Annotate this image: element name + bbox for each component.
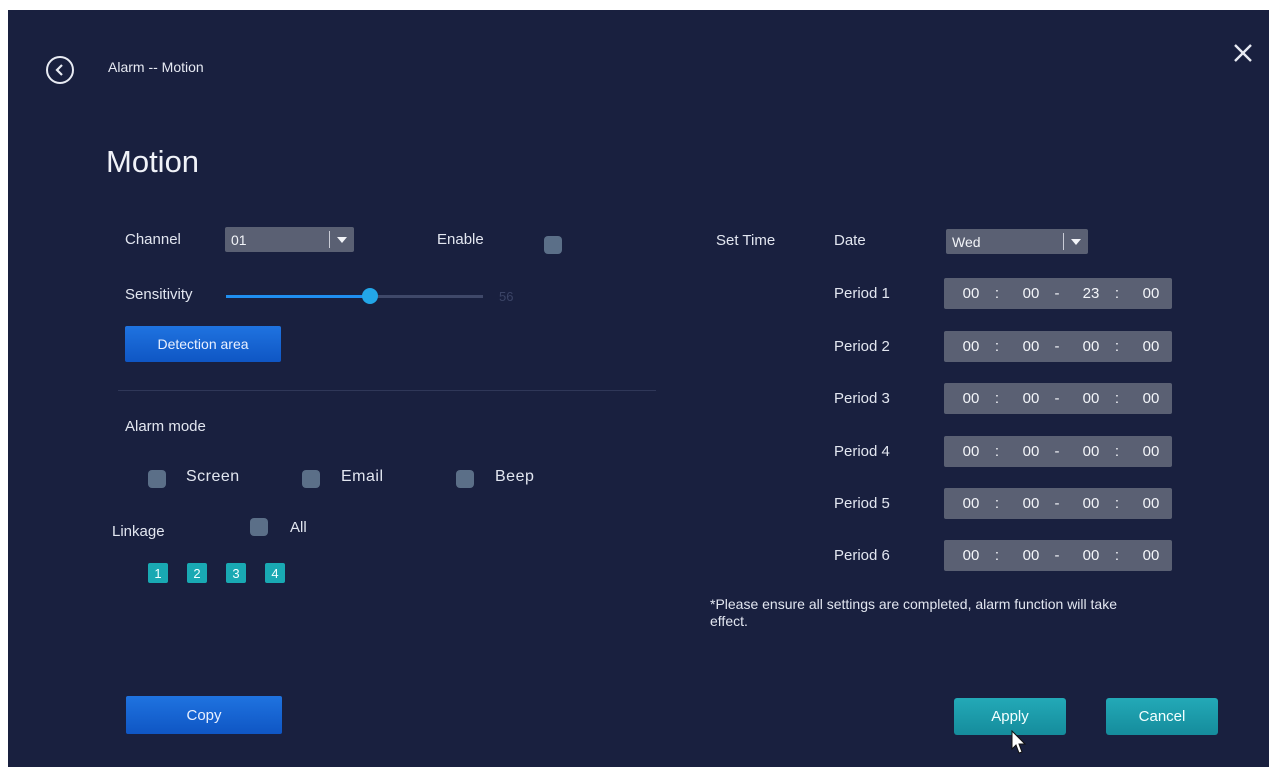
colon-separator: : (1114, 338, 1120, 355)
period-4-label: Period 4 (834, 443, 890, 460)
back-arrow-icon (55, 64, 63, 76)
period-4-start-hour[interactable]: 00 (952, 443, 990, 460)
period-1-end-minute[interactable]: 00 (1132, 285, 1170, 302)
linkage-channel-2[interactable]: 2 (187, 563, 207, 583)
period-6-start-minute[interactable]: 00 (1012, 547, 1050, 564)
period-3-end-hour[interactable]: 00 (1072, 390, 1110, 407)
dash-separator: - (1054, 547, 1060, 564)
sensitivity-label: Sensitivity (125, 286, 193, 303)
breadcrumb: Alarm -- Motion (108, 59, 204, 75)
caret-down-icon (336, 236, 348, 243)
colon-separator: : (994, 547, 1000, 564)
period-5-end-hour[interactable]: 00 (1072, 495, 1110, 512)
settings-note: *Please ensure all settings are complete… (710, 596, 1117, 629)
channel-value: 01 (231, 231, 247, 248)
set-time-label: Set Time (716, 232, 776, 249)
colon-separator: : (1114, 390, 1120, 407)
colon-separator: : (994, 390, 1000, 407)
date-value: Wed (952, 233, 981, 250)
linkage-channel-1[interactable]: 1 (148, 563, 168, 583)
colon-separator: : (994, 443, 1000, 460)
screen-label: Screen (186, 468, 240, 485)
period-6-start-hour[interactable]: 00 (952, 547, 990, 564)
period-6-end-hour[interactable]: 00 (1072, 547, 1110, 564)
close-button[interactable] (1230, 40, 1256, 66)
linkage-label: Linkage (112, 523, 165, 540)
linkage-channel-4[interactable]: 4 (265, 563, 285, 583)
apply-button[interactable]: Apply (954, 698, 1066, 735)
sensitivity-slider-handle[interactable] (362, 288, 378, 304)
colon-separator: : (1114, 443, 1120, 460)
period-1-start-minute[interactable]: 00 (1012, 285, 1050, 302)
motion-settings-panel: Alarm -- Motion Motion Channel 01 Enable… (8, 10, 1269, 767)
mouse-pointer-icon (1011, 730, 1027, 754)
period-3-start-hour[interactable]: 00 (952, 390, 990, 407)
enable-checkbox[interactable] (544, 236, 562, 254)
period-6-end-minute[interactable]: 00 (1132, 547, 1170, 564)
period-6-label: Period 6 (834, 547, 890, 564)
period-1-start-hour[interactable]: 00 (952, 285, 990, 302)
screen-checkbox[interactable] (148, 470, 166, 488)
colon-separator: : (1114, 495, 1120, 512)
close-icon (1234, 44, 1252, 62)
period-2-end-minute[interactable]: 00 (1132, 338, 1170, 355)
period-3-end-minute[interactable]: 00 (1132, 390, 1170, 407)
period-4-end-hour[interactable]: 00 (1072, 443, 1110, 460)
beep-label: Beep (495, 468, 535, 485)
colon-separator: : (1114, 547, 1120, 564)
period-6-field[interactable]: 00:00-00:00 (944, 540, 1172, 571)
period-2-label: Period 2 (834, 338, 890, 355)
period-2-end-hour[interactable]: 00 (1072, 338, 1110, 355)
enable-label: Enable (437, 231, 484, 248)
email-checkbox[interactable] (302, 470, 320, 488)
email-label: Email (341, 468, 384, 485)
sensitivity-slider-fill (226, 295, 370, 298)
colon-separator: : (994, 338, 1000, 355)
sensitivity-value: 56 (499, 289, 514, 304)
linkage-all-checkbox[interactable] (250, 518, 268, 536)
period-5-start-hour[interactable]: 00 (952, 495, 990, 512)
select-separator (1063, 233, 1064, 250)
alarm-mode-label: Alarm mode (125, 418, 206, 435)
copy-button[interactable]: Copy (126, 696, 282, 734)
period-4-start-minute[interactable]: 00 (1012, 443, 1050, 460)
page-title: Motion (106, 144, 200, 179)
channel-label: Channel (125, 231, 181, 248)
period-2-start-minute[interactable]: 00 (1012, 338, 1050, 355)
colon-separator: : (994, 495, 1000, 512)
dash-separator: - (1054, 443, 1060, 460)
select-separator (329, 231, 330, 248)
beep-checkbox[interactable] (456, 470, 474, 488)
dash-separator: - (1054, 390, 1060, 407)
linkage-all-label: All (290, 519, 307, 536)
colon-separator: : (994, 285, 1000, 302)
back-button[interactable] (46, 56, 74, 84)
date-label: Date (834, 232, 866, 249)
period-2-field[interactable]: 00:00-00:00 (944, 331, 1172, 362)
period-5-end-minute[interactable]: 00 (1132, 495, 1170, 512)
period-4-end-minute[interactable]: 00 (1132, 443, 1170, 460)
channel-select[interactable]: 01 (225, 227, 354, 252)
dash-separator: - (1054, 495, 1060, 512)
detection-area-button[interactable]: Detection area (125, 326, 281, 362)
date-select[interactable]: Wed (946, 229, 1088, 254)
dash-separator: - (1054, 338, 1060, 355)
period-1-label: Period 1 (834, 285, 890, 302)
period-5-label: Period 5 (834, 495, 890, 512)
period-1-end-hour[interactable]: 23 (1072, 285, 1110, 302)
period-5-start-minute[interactable]: 00 (1012, 495, 1050, 512)
period-2-start-hour[interactable]: 00 (952, 338, 990, 355)
caret-down-icon (1070, 238, 1082, 245)
dash-separator: - (1054, 285, 1060, 302)
period-3-label: Period 3 (834, 390, 890, 407)
period-3-start-minute[interactable]: 00 (1012, 390, 1050, 407)
linkage-channel-3[interactable]: 3 (226, 563, 246, 583)
period-5-field[interactable]: 00:00-00:00 (944, 488, 1172, 519)
section-divider (118, 390, 656, 391)
period-4-field[interactable]: 00:00-00:00 (944, 436, 1172, 467)
period-3-field[interactable]: 00:00-00:00 (944, 383, 1172, 414)
period-1-field[interactable]: 00:00-23:00 (944, 278, 1172, 309)
cancel-button[interactable]: Cancel (1106, 698, 1218, 735)
colon-separator: : (1114, 285, 1120, 302)
